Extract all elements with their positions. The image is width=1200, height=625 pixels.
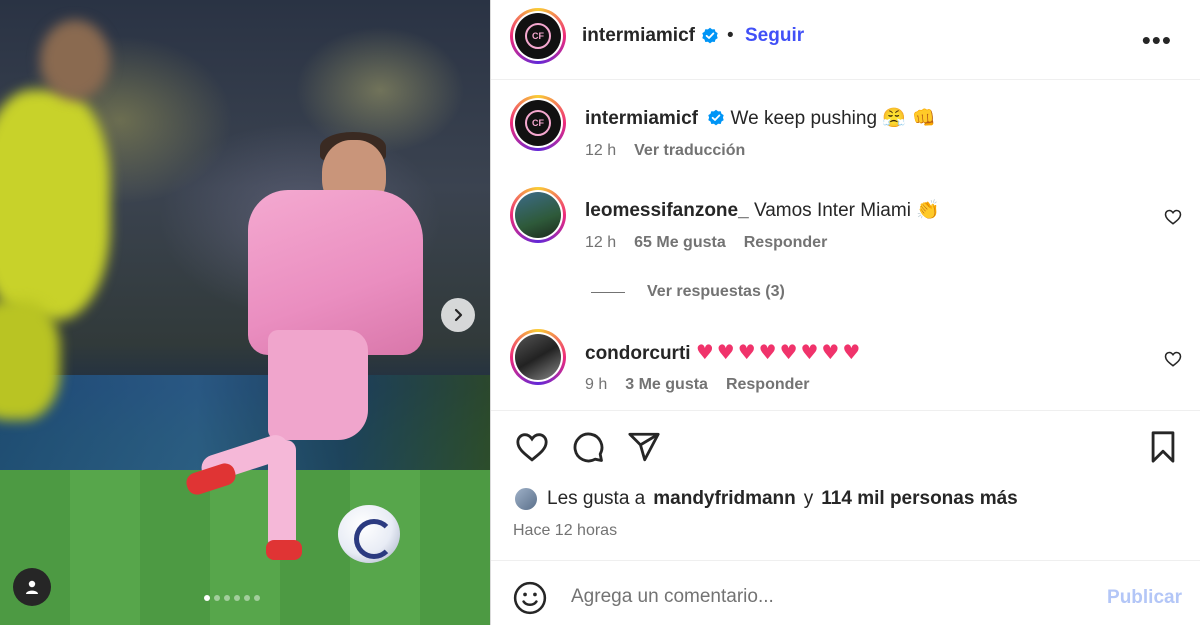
save-button[interactable]	[1144, 428, 1182, 466]
carousel-dot	[244, 595, 250, 601]
carousel-dot	[214, 595, 220, 601]
carousel-dot	[234, 595, 240, 601]
likes-joiner: y	[803, 488, 814, 509]
dot-separator: •	[727, 25, 734, 46]
liker-avatar[interactable]	[513, 486, 539, 512]
commenter-avatar[interactable]	[510, 329, 566, 385]
like-comment-heart-icon[interactable]	[1164, 350, 1182, 368]
reply-button[interactable]: Responder	[726, 376, 810, 394]
person-icon	[26, 580, 38, 594]
follow-button[interactable]: Seguir	[745, 25, 804, 47]
blurred-opponent	[0, 90, 110, 320]
post-timestamp[interactable]: Hace 12 horas	[513, 522, 617, 540]
chevron-right-icon	[454, 308, 463, 322]
post-media[interactable]	[0, 0, 491, 625]
caption-username[interactable]: intermiamicf	[585, 108, 698, 129]
replies-divider-line	[591, 291, 625, 293]
verified-badge-icon	[708, 109, 724, 126]
carousel-dot	[204, 595, 210, 601]
post-details-panel: CF intermiamicf • Seguir ••• CF intermia…	[491, 0, 1200, 625]
carousel-dot	[254, 595, 260, 601]
view-replies-button[interactable]: Ver respuestas (3)	[591, 283, 785, 301]
comment-username[interactable]: leomessifanzone_	[585, 200, 749, 221]
comment-button[interactable]	[569, 428, 607, 466]
emoji-picker-icon[interactable]	[513, 581, 547, 615]
tagged-users-button[interactable]	[13, 568, 51, 606]
like-comment-heart-icon[interactable]	[1164, 208, 1182, 226]
publish-button[interactable]: Publicar	[1107, 587, 1182, 609]
player-shorts	[268, 330, 368, 440]
comment-emojis: 👏	[916, 199, 940, 221]
comment-time[interactable]: 9 h	[585, 376, 607, 394]
author-username[interactable]: intermiamicf	[582, 25, 695, 47]
likes-others-link[interactable]: 114 mil personas más	[821, 488, 1017, 510]
comment-likes[interactable]: 65 Me gusta	[634, 234, 726, 252]
comment-composer: Publicar	[491, 560, 1200, 625]
caption-emojis: 😤 👊	[882, 107, 936, 129]
carousel-indicator	[204, 595, 260, 601]
comment-emojis: ♥♥♥♥♥♥♥♥	[695, 340, 864, 364]
like-button[interactable]	[513, 428, 551, 466]
caption-avatar[interactable]: CF	[510, 95, 566, 151]
soccer-ball	[338, 505, 400, 563]
pitch-grass	[0, 470, 490, 625]
comment-text: Vamos Inter Miami	[753, 200, 911, 221]
comment-input[interactable]	[571, 577, 1091, 617]
player-boot-front	[266, 540, 302, 560]
post-actions	[513, 428, 663, 466]
commenter-avatar[interactable]	[510, 187, 566, 243]
verified-badge-icon	[702, 27, 718, 44]
more-options-button[interactable]: •••	[1142, 27, 1172, 53]
blurred-opponent-head	[40, 20, 110, 100]
comment-likes[interactable]: 3 Me gusta	[625, 376, 708, 394]
blurred-opponent-arm	[0, 300, 60, 420]
paper-plane-icon	[628, 432, 660, 462]
bookmark-icon	[1151, 431, 1175, 463]
carousel-dot	[224, 595, 230, 601]
likes-summary: Les gusta a mandyfridmann y 114 mil pers…	[513, 486, 1018, 512]
reply-button[interactable]: Responder	[744, 234, 828, 252]
inter-miami-crest-icon: CF	[525, 23, 551, 49]
view-replies-label: Ver respuestas (3)	[647, 283, 785, 300]
player-leg-front	[268, 440, 296, 550]
see-translation-link[interactable]: Ver traducción	[634, 142, 745, 160]
likes-prefix: Les gusta a	[547, 488, 646, 509]
share-button[interactable]	[625, 428, 663, 466]
post-header: CF intermiamicf • Seguir •••	[491, 0, 1200, 80]
comment-time[interactable]: 12 h	[585, 234, 616, 252]
author-avatar[interactable]: CF	[510, 8, 566, 64]
heart-icon	[516, 433, 548, 462]
carousel-next-button[interactable]	[441, 298, 475, 332]
comment-bubble-icon	[573, 432, 604, 463]
comment-username[interactable]: condorcurti	[585, 343, 691, 364]
inter-miami-crest-icon: CF	[525, 110, 551, 136]
caption-time[interactable]: 12 h	[585, 142, 616, 160]
liker-username[interactable]: mandyfridmann	[653, 488, 796, 510]
section-divider	[491, 410, 1200, 411]
caption-text: We keep pushing	[730, 108, 878, 129]
